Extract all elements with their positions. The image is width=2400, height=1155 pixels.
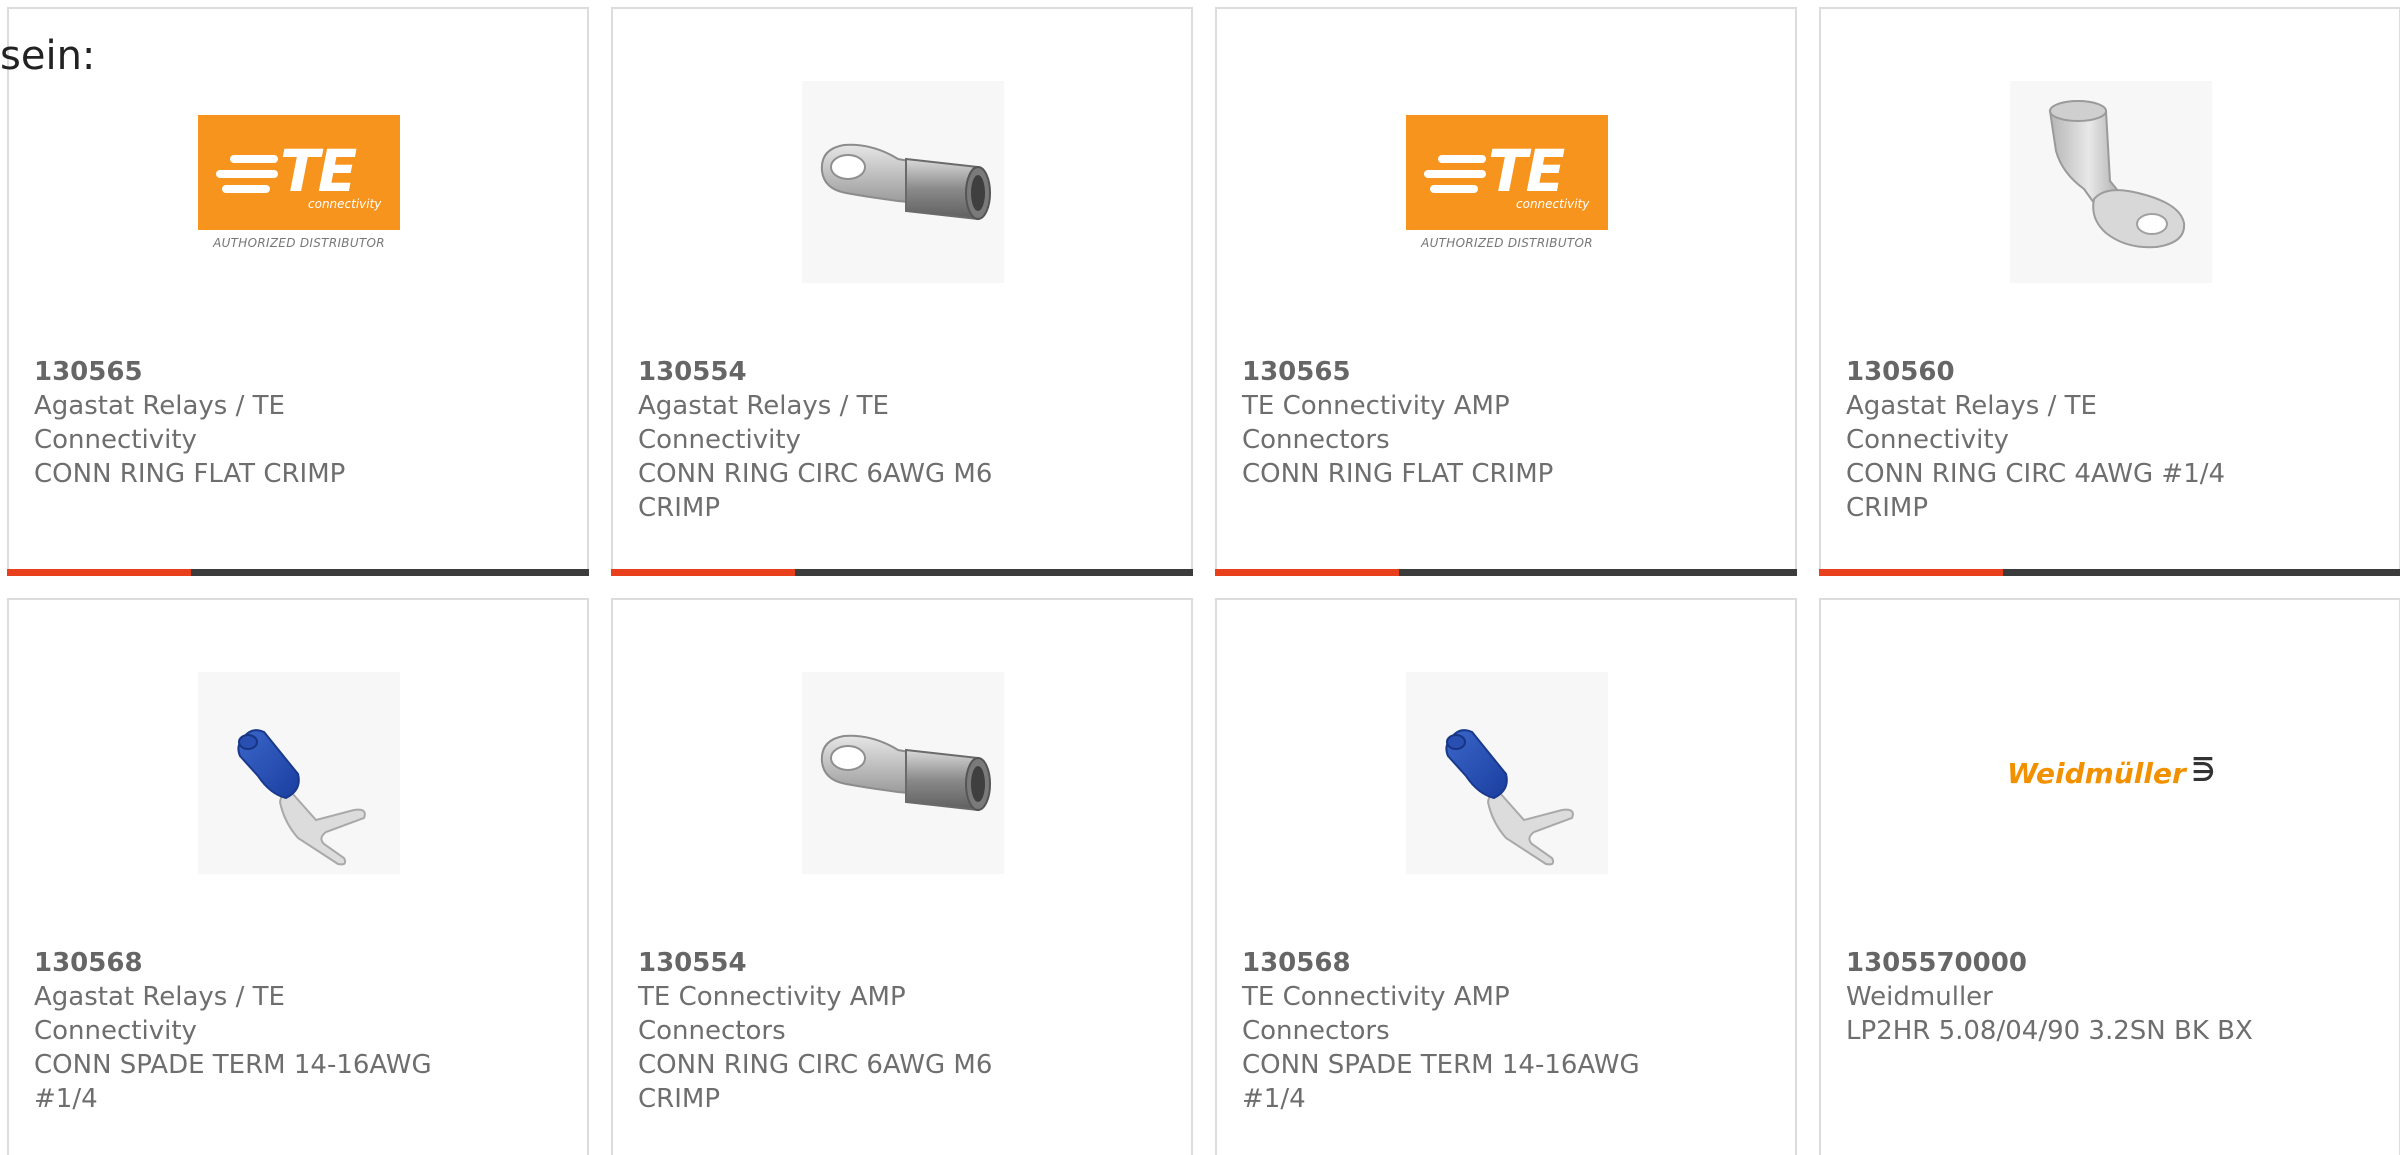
product-info: 130565 Agastat Relays / TE Connectivity CO… bbox=[34, 355, 454, 491]
product-image[interactable] bbox=[802, 672, 1004, 874]
product-info: 130560 Agastat Relays / TE Connectivity CO… bbox=[1846, 355, 2266, 525]
product-card[interactable]: 130554 TE Connectivity AMP Connectors CONN… bbox=[611, 598, 1193, 1155]
intro-text: sein: bbox=[0, 33, 96, 79]
product-card[interactable]: TE connectivity AUTHORIZED DISTRIBUTOR 1… bbox=[1215, 7, 1797, 576]
product-info: 130554 TE Connectivity AMP Connectors CONN… bbox=[638, 946, 1058, 1116]
weidmuller-logo: Weidmüller ⋽ bbox=[2007, 757, 2215, 790]
card-bottom-bar bbox=[611, 569, 1193, 576]
manufacturer-name: Weidmuller bbox=[1846, 982, 1993, 1012]
authorized-distributor-label: AUTHORIZED DISTRIBUTOR bbox=[213, 235, 385, 250]
te-logo-letters: TE bbox=[1488, 136, 1565, 205]
te-logo-subtitle: connectivity bbox=[308, 196, 382, 211]
part-number[interactable]: 130568 bbox=[34, 946, 454, 980]
product-info: 130554 Agastat Relays / TE Connectivity CO… bbox=[638, 355, 1058, 525]
product-card[interactable]: TE connectivity AUTHORIZED DISTRIBUTOR 1… bbox=[7, 7, 589, 576]
te-logo-subtitle: connectivity bbox=[1516, 196, 1590, 211]
spade-terminal-image bbox=[1445, 729, 1574, 866]
product-description: CONN RING FLAT CRIMP bbox=[1242, 459, 1554, 489]
te-connectivity-logo: TE connectivity AUTHORIZED DISTRIBUTOR bbox=[198, 114, 400, 250]
card-accent-stripe bbox=[1215, 569, 1399, 576]
manufacturer-name: TE Connectivity AMP Connectors bbox=[1242, 391, 1510, 455]
product-description: CONN RING CIRC 6AWG M6 CRIMP bbox=[638, 459, 993, 523]
part-number[interactable]: 130560 bbox=[1846, 355, 2266, 389]
product-info: 130565 TE Connectivity AMP Connectors CONN… bbox=[1242, 355, 1662, 491]
product-card[interactable]: 130568 Agastat Relays / TE Connectivity CO… bbox=[7, 598, 589, 1155]
authorized-distributor-label: AUTHORIZED DISTRIBUTOR bbox=[1421, 235, 1593, 250]
part-number[interactable]: 130554 bbox=[638, 355, 1058, 389]
product-card[interactable]: 130554 Agastat Relays / TE Connectivity CO… bbox=[611, 7, 1193, 576]
product-image[interactable] bbox=[198, 672, 400, 874]
ring-terminal-image bbox=[2048, 100, 2186, 249]
product-card[interactable]: Weidmüller ⋽ 1305570000 Weidmuller LP2HR 5… bbox=[1819, 598, 2400, 1155]
product-grid: TE connectivity AUTHORIZED DISTRIBUTOR 1… bbox=[7, 7, 2400, 1155]
card-accent-stripe bbox=[7, 569, 191, 576]
product-description: CONN RING FLAT CRIMP bbox=[34, 459, 346, 489]
product-image[interactable]: TE connectivity AUTHORIZED DISTRIBUTOR bbox=[1406, 81, 1608, 283]
product-card[interactable]: 130560 Agastat Relays / TE Connectivity CO… bbox=[1819, 7, 2400, 576]
weidmuller-mark-icon: ⋽ bbox=[2191, 758, 2216, 788]
part-number[interactable]: 130565 bbox=[1242, 355, 1662, 389]
spade-terminal-image bbox=[237, 729, 366, 866]
card-bottom-bar bbox=[7, 569, 589, 576]
product-grid-page: sein: TE connectivity AUTHORIZED DISTRIB… bbox=[0, 0, 2400, 1155]
weidmuller-logo-text: Weidmüller bbox=[2006, 756, 2186, 790]
card-bottom-bar bbox=[1819, 569, 2400, 576]
product-description: LP2HR 5.08/04/90 3.2SN BK BX bbox=[1846, 1016, 2253, 1046]
product-info: 1305570000 Weidmuller LP2HR 5.08/04/90 3.2… bbox=[1846, 946, 2266, 1048]
product-description: CONN SPADE TERM 14-16AWG #1/4 bbox=[34, 1050, 432, 1114]
card-accent-stripe bbox=[1819, 569, 2003, 576]
part-number[interactable]: 130568 bbox=[1242, 946, 1662, 980]
product-description: CONN SPADE TERM 14-16AWG #1/4 bbox=[1242, 1050, 1640, 1114]
part-number[interactable]: 1305570000 bbox=[1846, 946, 2266, 980]
product-info: 130568 Agastat Relays / TE Connectivity CO… bbox=[34, 946, 454, 1116]
ring-terminal-image bbox=[820, 143, 991, 221]
product-description: CONN RING CIRC 6AWG M6 CRIMP bbox=[638, 1050, 993, 1114]
ring-terminal-image bbox=[820, 734, 991, 812]
product-info: 130568 TE Connectivity AMP Connectors CONN… bbox=[1242, 946, 1662, 1116]
card-bottom-bar bbox=[1215, 569, 1797, 576]
manufacturer-name: Agastat Relays / TE Connectivity bbox=[34, 391, 285, 455]
manufacturer-name: Agastat Relays / TE Connectivity bbox=[34, 982, 285, 1046]
manufacturer-name: Agastat Relays / TE Connectivity bbox=[1846, 391, 2097, 455]
product-card[interactable]: 130568 TE Connectivity AMP Connectors CONN… bbox=[1215, 598, 1797, 1155]
manufacturer-name: Agastat Relays / TE Connectivity bbox=[638, 391, 889, 455]
product-image[interactable] bbox=[1406, 672, 1608, 874]
product-image[interactable]: Weidmüller ⋽ bbox=[2007, 672, 2215, 874]
te-logo-letters: TE bbox=[280, 136, 357, 205]
product-image[interactable] bbox=[802, 81, 1004, 283]
card-accent-stripe bbox=[611, 569, 795, 576]
manufacturer-name: TE Connectivity AMP Connectors bbox=[1242, 982, 1510, 1046]
manufacturer-name: TE Connectivity AMP Connectors bbox=[638, 982, 906, 1046]
te-connectivity-logo: TE connectivity AUTHORIZED DISTRIBUTOR bbox=[1406, 114, 1608, 250]
product-description: CONN RING CIRC 4AWG #1/4 CRIMP bbox=[1846, 459, 2226, 523]
part-number[interactable]: 130565 bbox=[34, 355, 454, 389]
product-image[interactable]: TE connectivity AUTHORIZED DISTRIBUTOR bbox=[198, 81, 400, 283]
product-image[interactable] bbox=[2010, 81, 2212, 283]
part-number[interactable]: 130554 bbox=[638, 946, 1058, 980]
